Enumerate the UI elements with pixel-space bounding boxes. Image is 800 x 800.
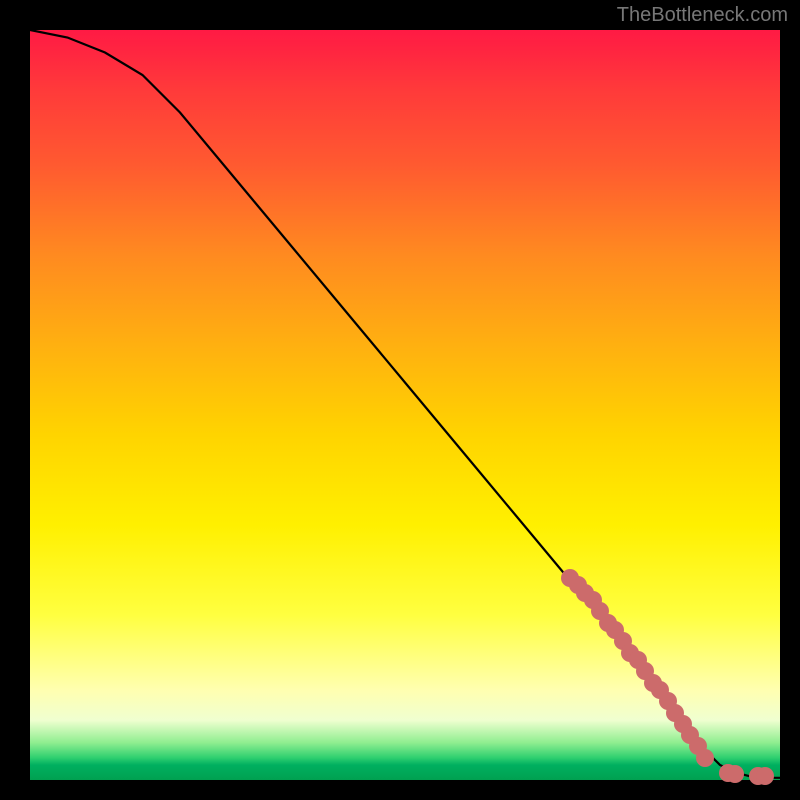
scatter-dot <box>756 767 774 785</box>
chart-plot-area <box>30 30 780 780</box>
scatter-dot <box>696 749 714 767</box>
bottleneck-curve <box>30 30 780 778</box>
chart-svg <box>30 30 780 780</box>
scatter-dot <box>726 765 744 783</box>
watermark-text: TheBottleneck.com <box>617 4 788 27</box>
